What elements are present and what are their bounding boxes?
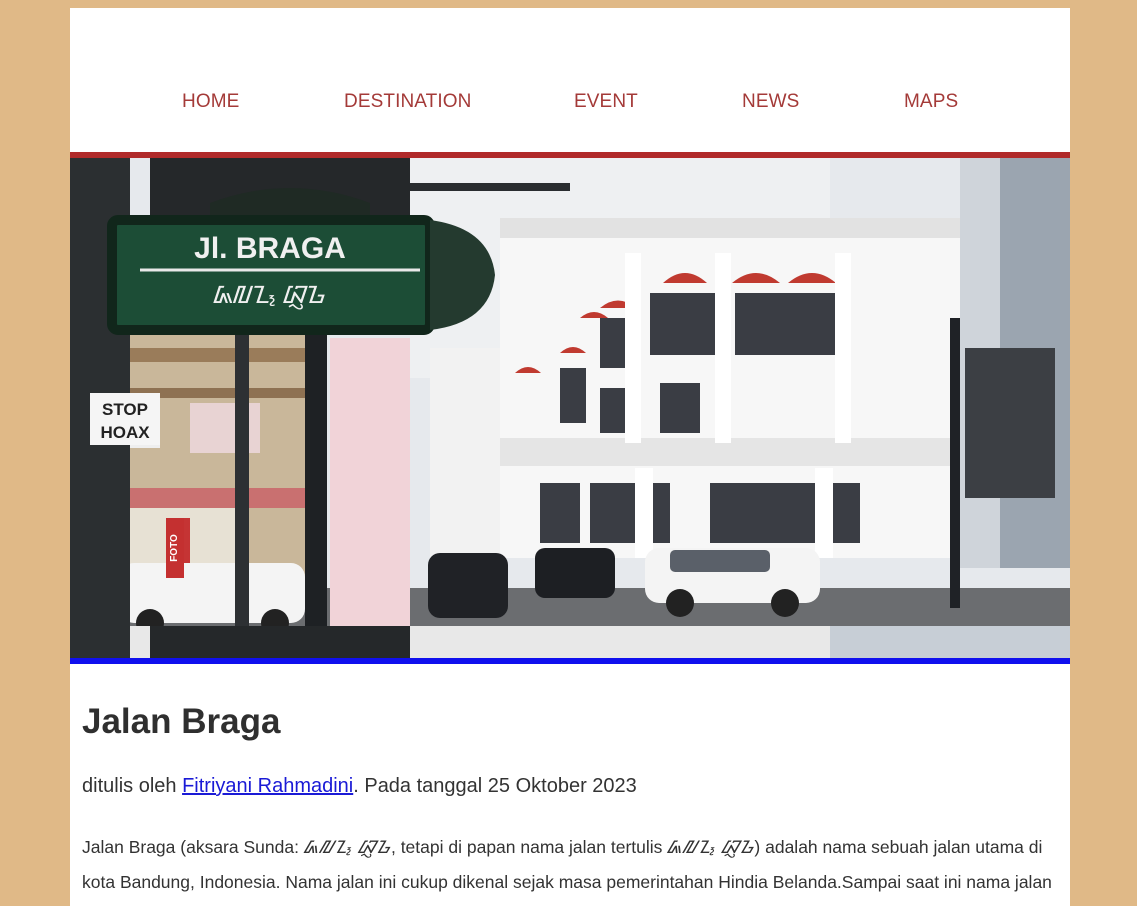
article-title: Jalan Braga <box>82 702 281 741</box>
street-sign-sunda: ᮏᮜᮔ᮪ ᮘᮢᮌ <box>213 281 326 310</box>
hero-illustration: Jl. BRAGA ᮏᮜᮔ᮪ ᮘᮢᮌ STOP HOAX FOTO <box>70 158 1070 658</box>
nav-news[interactable]: NEWS <box>742 91 799 113</box>
article-byline: ditulis oleh Fitriyani Rahmadini. Pada t… <box>82 775 637 798</box>
nav-maps[interactable]: MAPS <box>904 91 958 113</box>
shop-sign-hoax: HOAX <box>100 423 150 442</box>
nav-home[interactable]: HOME <box>182 91 239 113</box>
sunda-script-1: ᮏᮜᮔ᮪ ᮘᮢᮌ <box>303 837 391 857</box>
nav-destination[interactable]: DESTINATION <box>344 91 471 113</box>
author-link[interactable]: Fitriyani Rahmadini <box>182 775 353 797</box>
byline-date: . Pada tanggal 25 Oktober 2023 <box>353 775 637 797</box>
shop-sign-foto: FOTO <box>169 534 180 562</box>
nav-event[interactable]: EVENT <box>574 91 638 113</box>
page-container: HOME DESTINATION EVENT NEWS MAPS Jl. BRA… <box>70 8 1070 906</box>
paragraph-part1: Jalan Braga (aksara Sunda: <box>82 837 304 857</box>
sunda-script-2: ᮏᮜᮔ᮪ ᮘᮢᮌ <box>667 837 755 857</box>
street-sign-text: Jl. BRAGA <box>194 232 346 265</box>
shop-sign-stop: STOP <box>102 400 148 419</box>
hero-image: Jl. BRAGA ᮏᮜᮔ᮪ ᮘᮢᮌ STOP HOAX FOTO <box>70 158 1070 658</box>
article-paragraph: Jalan Braga (aksara Sunda: ᮏᮜᮔ᮪ ᮘᮢᮌ, tet… <box>82 830 1062 900</box>
main-nav: HOME DESTINATION EVENT NEWS MAPS <box>70 8 1070 152</box>
paragraph-part2: , tetapi di papan nama jalan tertulis <box>390 837 668 857</box>
hero-divider-blue <box>70 658 1070 664</box>
byline-prefix: ditulis oleh <box>82 775 183 797</box>
